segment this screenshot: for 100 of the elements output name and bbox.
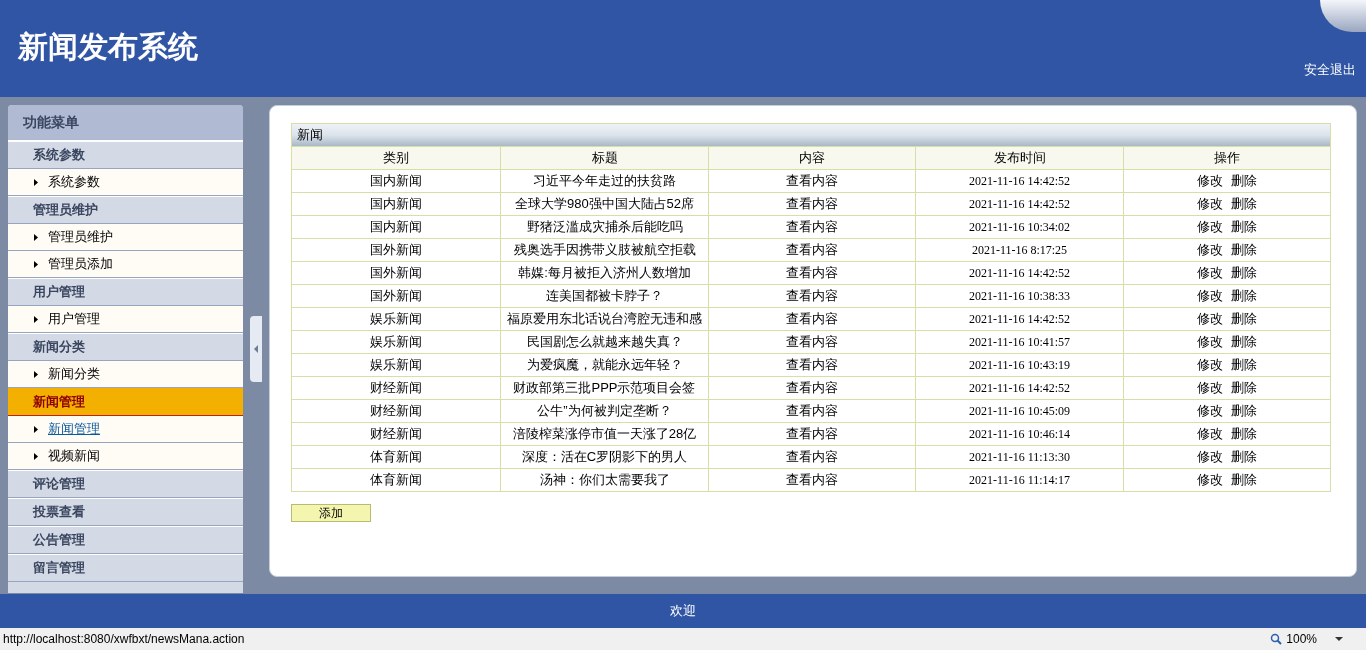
menu-group[interactable]: 系统参数: [8, 141, 243, 169]
action-link[interactable]: 修改: [1197, 401, 1223, 421]
action-link[interactable]: 修改: [1197, 424, 1223, 444]
menu-group[interactable]: 评论管理: [8, 470, 243, 498]
table-cell: 涪陵榨菜涨停市值一天涨了28亿: [500, 423, 708, 445]
magnifier-icon: [1270, 633, 1283, 645]
menu-item-link[interactable]: 系统参数: [48, 172, 100, 192]
add-button[interactable]: 添加: [291, 504, 371, 522]
table-cell: 2021-11-16 14:42:52: [915, 193, 1123, 215]
action-link[interactable]: 修改: [1197, 217, 1223, 237]
menu-group[interactable]: 留言管理: [8, 554, 243, 582]
triangle-icon: [34, 370, 38, 378]
column-header: 内容: [708, 147, 915, 169]
table-cell: 福原爱用东北话说台湾腔无违和感: [500, 308, 708, 330]
table-cell: 2021-11-16 14:42:52: [915, 377, 1123, 399]
app-title: 新闻发布系统: [18, 32, 198, 62]
table-cell: 民国剧怎么就越来越失真？: [500, 331, 708, 353]
table-cell-text: 国内新闻: [369, 172, 423, 191]
action-link[interactable]: 删除: [1231, 355, 1257, 375]
view-content-link[interactable]: 查看内容: [786, 217, 838, 237]
action-link[interactable]: 删除: [1231, 332, 1257, 352]
action-link[interactable]: 删除: [1231, 217, 1257, 237]
status-url: http://localhost:8080/xwfbxt/newsMana.action: [3, 631, 246, 648]
view-content-link[interactable]: 查看内容: [786, 263, 838, 283]
menu-item-link[interactable]: 视频新闻: [48, 446, 100, 466]
view-content-link[interactable]: 查看内容: [786, 194, 838, 214]
triangle-icon: [34, 233, 38, 241]
action-link[interactable]: 删除: [1231, 286, 1257, 306]
table-cell-text: 娱乐新闻: [369, 310, 423, 329]
action-link[interactable]: 删除: [1231, 309, 1257, 329]
column-header: 标题: [500, 147, 708, 169]
action-link[interactable]: 修改: [1197, 194, 1223, 214]
table-cell: 2021-11-16 8:17:25: [915, 239, 1123, 261]
menu-group[interactable]: 新闻管理: [8, 388, 243, 416]
table-cell-text: 国内新闻: [369, 218, 423, 237]
table-cell: 2021-11-16 10:43:19: [915, 354, 1123, 376]
action-link[interactable]: 删除: [1231, 401, 1257, 421]
table-cell: 财政部第三批PPP示范项目会签: [500, 377, 708, 399]
menu-item-link[interactable]: 新闻管理: [48, 419, 100, 439]
menu-group[interactable]: 新闻分类: [8, 333, 243, 361]
view-content-link[interactable]: 查看内容: [786, 171, 838, 191]
action-link[interactable]: 修改: [1197, 240, 1223, 260]
action-link[interactable]: 修改: [1197, 263, 1223, 283]
table-cell: 全球大学980强中国大陆占52席: [500, 193, 708, 215]
action-link[interactable]: 删除: [1231, 263, 1257, 283]
table-cell: 汤神：你们太需要我了: [500, 469, 708, 491]
table-cell: 残奥选手因携带义肢被航空拒载: [500, 239, 708, 261]
action-link[interactable]: 删除: [1231, 424, 1257, 444]
collapse-handle[interactable]: [250, 316, 262, 382]
view-content-link[interactable]: 查看内容: [786, 355, 838, 375]
menu-group[interactable]: 管理员维护: [8, 196, 243, 224]
view-content-link[interactable]: 查看内容: [786, 447, 838, 467]
menu-item-link[interactable]: 新闻分类: [48, 364, 100, 384]
action-link[interactable]: 修改: [1197, 332, 1223, 352]
view-content-link[interactable]: 查看内容: [786, 424, 838, 444]
table-cell: 公牛”为何被判定垄断？: [500, 400, 708, 422]
triangle-icon: [34, 178, 38, 186]
view-content-link[interactable]: 查看内容: [786, 240, 838, 260]
action-link[interactable]: 修改: [1197, 286, 1223, 306]
column-header: 发布时间: [915, 147, 1123, 169]
action-link[interactable]: 修改: [1197, 309, 1223, 329]
action-link[interactable]: 修改: [1197, 378, 1223, 398]
menu-group[interactable]: 投票查看: [8, 498, 243, 526]
triangle-icon: [34, 260, 38, 268]
action-link[interactable]: 删除: [1231, 378, 1257, 398]
view-content-link[interactable]: 查看内容: [786, 470, 838, 490]
view-content-link[interactable]: 查看内容: [786, 332, 838, 352]
action-link[interactable]: 修改: [1197, 470, 1223, 490]
table-cell: 2021-11-16 10:41:57: [915, 331, 1123, 353]
triangle-icon: [34, 425, 38, 433]
menu-group[interactable]: 公告管理: [8, 526, 243, 554]
table-cell-text: 体育新闻: [369, 448, 423, 467]
table-cell-text: 国外新闻: [369, 287, 423, 306]
action-link[interactable]: 修改: [1197, 447, 1223, 467]
action-link[interactable]: 删除: [1231, 240, 1257, 260]
menu-group[interactable]: 用户管理: [8, 278, 243, 306]
view-content-link[interactable]: 查看内容: [786, 378, 838, 398]
table-cell: 2021-11-16 11:13:30: [915, 446, 1123, 468]
action-link[interactable]: 删除: [1231, 447, 1257, 467]
menu-item-link[interactable]: 用户管理: [48, 309, 100, 329]
table-cell: 2021-11-16 10:46:14: [915, 423, 1123, 445]
view-content-link[interactable]: 查看内容: [786, 401, 838, 421]
table-cell: 连美国都被卡脖子？: [500, 285, 708, 307]
table-cell: 2021-11-16 14:42:52: [915, 170, 1123, 192]
action-link[interactable]: 删除: [1231, 194, 1257, 214]
column-header: 类别: [382, 149, 410, 168]
table-cell: 深度：活在C罗阴影下的男人: [500, 446, 708, 468]
action-link[interactable]: 删除: [1231, 171, 1257, 191]
action-link[interactable]: 修改: [1197, 171, 1223, 191]
table-caption: 新闻: [292, 124, 1330, 146]
action-link[interactable]: 删除: [1231, 470, 1257, 490]
action-link[interactable]: 修改: [1197, 355, 1223, 375]
table-cell-text: 娱乐新闻: [369, 356, 423, 375]
triangle-icon: [34, 315, 38, 323]
view-content-link[interactable]: 查看内容: [786, 286, 838, 306]
zoom-control[interactable]: 100%: [1270, 630, 1343, 648]
view-content-link[interactable]: 查看内容: [786, 309, 838, 329]
table-cell: 2021-11-16 11:14:17: [915, 469, 1123, 491]
table-cell-text: 国外新闻: [369, 241, 423, 260]
logout-link[interactable]: 安全退出: [1304, 60, 1356, 80]
